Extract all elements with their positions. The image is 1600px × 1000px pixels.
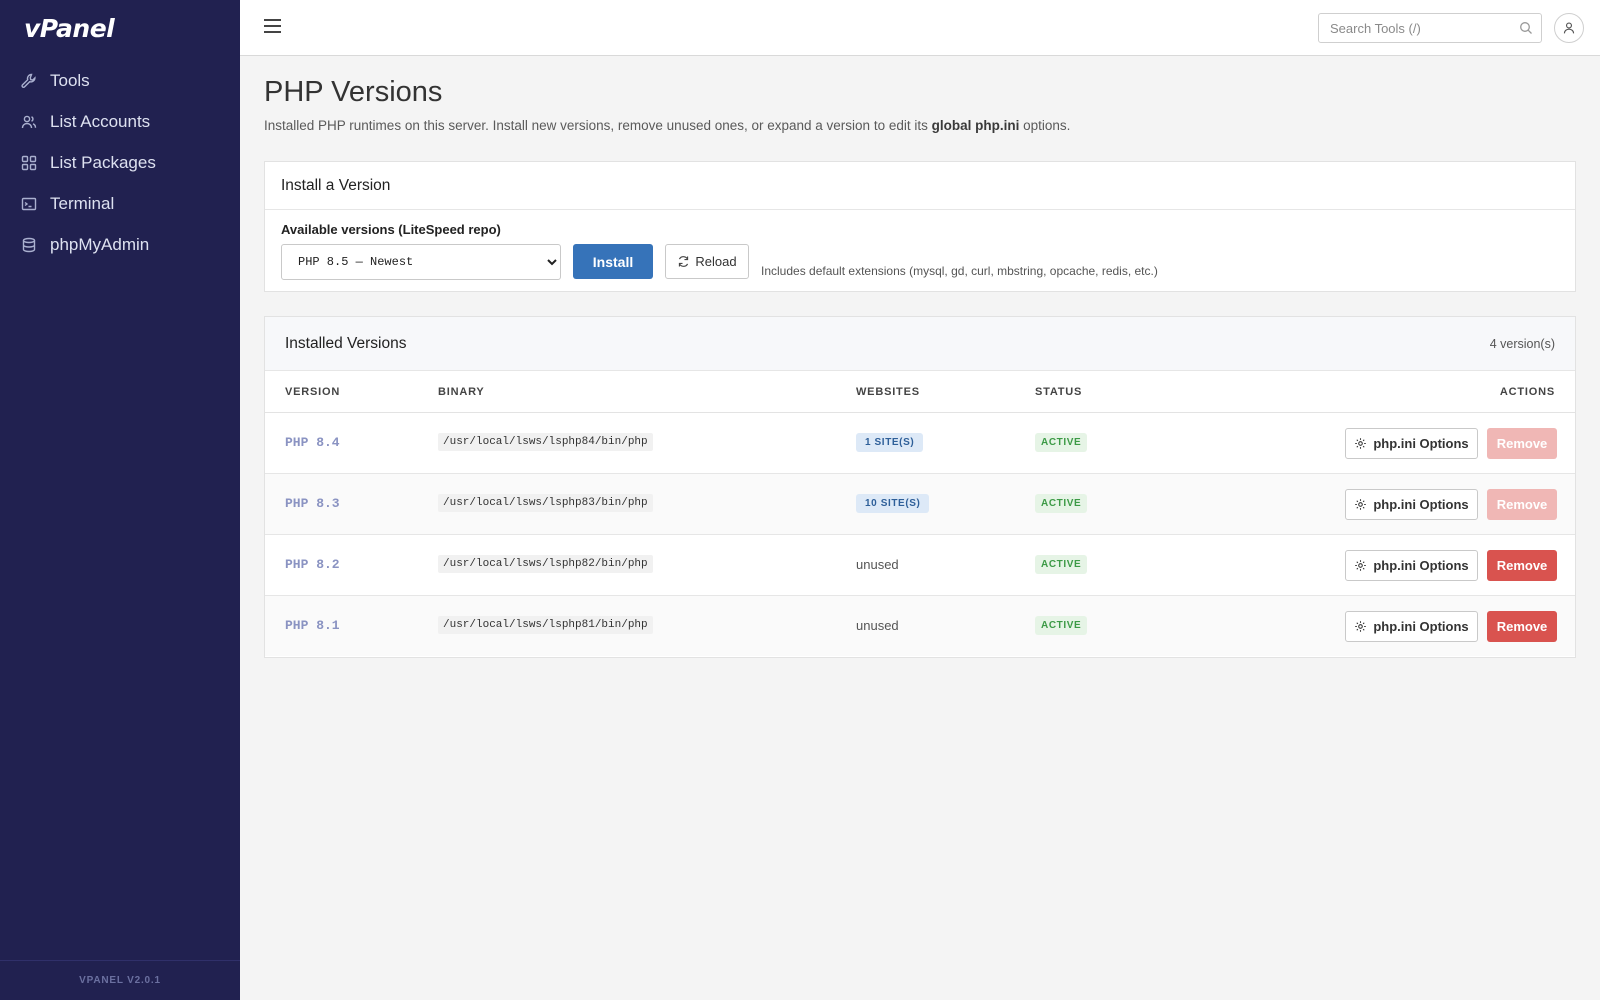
sidebar-nav: Tools List Accounts List Packages Termin…	[0, 60, 240, 265]
sidebar-item-label: phpMyAdmin	[50, 234, 150, 254]
column-header-websites: WEBSITES	[856, 386, 920, 398]
status-badge: ACTIVE	[1035, 494, 1088, 513]
install-button[interactable]: Install	[573, 244, 653, 279]
remove-button[interactable]: Remove	[1487, 550, 1557, 581]
subtitle-bold-text: global php.ini	[931, 118, 1020, 133]
remove-button[interactable]: Remove	[1487, 611, 1557, 642]
sidebar-item-list-packages[interactable]: List Packages	[0, 142, 240, 183]
version-name[interactable]: PHP 8.4	[285, 435, 340, 450]
sidebar-item-tools[interactable]: Tools	[0, 60, 240, 101]
sidebar-item-label: List Packages	[50, 152, 156, 172]
version-name[interactable]: PHP 8.1	[285, 618, 340, 633]
gear-icon	[1355, 560, 1367, 571]
install-hint: Includes default extensions (mysql, gd, …	[761, 264, 1158, 278]
status-badge: ACTIVE	[1035, 555, 1088, 574]
topbar	[240, 0, 1600, 56]
binary-path: /usr/local/lsws/lsphp82/bin/php	[438, 555, 653, 573]
database-icon	[21, 237, 37, 253]
user-avatar-icon[interactable]	[1554, 13, 1584, 43]
version-name[interactable]: PHP 8.2	[285, 557, 340, 572]
php-ini-options-label: php.ini Options	[1373, 619, 1469, 634]
subtitle-text: Installed PHP runtimes on this server. I…	[264, 118, 932, 133]
php-ini-options-label: php.ini Options	[1373, 436, 1469, 451]
php-ini-options-button[interactable]: php.ini Options	[1345, 489, 1478, 520]
menu-toggle-icon[interactable]	[264, 19, 282, 35]
php-ini-options-button[interactable]: php.ini Options	[1345, 550, 1478, 581]
sidebar-item-label: Terminal	[50, 193, 115, 213]
page-subtitle: Installed PHP runtimes on this server. I…	[264, 118, 1070, 133]
php-ini-options-button[interactable]: php.ini Options	[1345, 611, 1478, 642]
column-header-status: STATUS	[1035, 386, 1083, 398]
table-row[interactable]: PHP 8.4 /usr/local/lsws/lsphp84/bin/php …	[265, 413, 1575, 474]
table-header: VERSION BINARY WEBSITES STATUS ACTIONS	[265, 371, 1575, 413]
installed-versions-card: Installed Versions 4 version(s) VERSION …	[264, 316, 1576, 658]
search-box	[1318, 13, 1542, 43]
subtitle-text-end: options.	[1019, 118, 1071, 133]
search-icon[interactable]	[1519, 21, 1533, 35]
available-versions-label: Available versions (LiteSpeed repo)	[281, 222, 501, 237]
column-header-actions: ACTIONS	[1499, 386, 1555, 398]
table-row[interactable]: PHP 8.1 /usr/local/lsws/lsphp81/bin/php …	[265, 596, 1575, 656]
sidebar: vPanel Tools List Accounts List Packages…	[0, 0, 240, 1000]
binary-path: /usr/local/lsws/lsphp83/bin/php	[438, 494, 653, 512]
gear-icon	[1355, 621, 1367, 632]
php-ini-options-label: php.ini Options	[1373, 558, 1469, 573]
install-card-title: Install a Version	[265, 162, 1575, 210]
php-ini-options-button[interactable]: php.ini Options	[1345, 428, 1478, 459]
table-row[interactable]: PHP 8.2 /usr/local/lsws/lsphp82/bin/php …	[265, 535, 1575, 596]
reload-label: Reload	[695, 254, 737, 269]
version-select[interactable]: PHP 8.5 — Newest	[281, 244, 561, 280]
table-row[interactable]: PHP 8.3 /usr/local/lsws/lsphp83/bin/php …	[265, 474, 1575, 535]
sidebar-item-label: List Accounts	[50, 111, 151, 131]
gear-icon	[1355, 438, 1367, 449]
grid-icon	[21, 155, 37, 171]
sidebar-item-phpmyadmin[interactable]: phpMyAdmin	[0, 224, 240, 265]
sidebar-item-label: Tools	[50, 70, 90, 90]
installed-title: Installed Versions	[285, 335, 407, 352]
wrench-icon	[21, 73, 37, 89]
status-badge: ACTIVE	[1035, 433, 1088, 452]
websites-badge: 10 SITE(S)	[856, 494, 930, 513]
sidebar-item-list-accounts[interactable]: List Accounts	[0, 101, 240, 142]
install-card: Install a Version Available versions (Li…	[264, 161, 1576, 292]
php-ini-options-label: php.ini Options	[1373, 497, 1469, 512]
installed-header: Installed Versions 4 version(s)	[265, 317, 1575, 371]
version-name[interactable]: PHP 8.3	[285, 496, 340, 511]
binary-path: /usr/local/lsws/lsphp81/bin/php	[438, 616, 653, 634]
websites-value: unused	[856, 618, 899, 633]
gear-icon	[1355, 499, 1367, 510]
remove-button[interactable]: Remove	[1487, 489, 1557, 520]
page-title: PHP Versions	[264, 76, 443, 108]
reload-button[interactable]: Reload	[665, 244, 749, 279]
column-header-version: VERSION	[285, 386, 341, 398]
search-input[interactable]	[1319, 14, 1509, 42]
remove-button[interactable]: Remove	[1487, 428, 1557, 459]
sidebar-item-terminal[interactable]: Terminal	[0, 183, 240, 224]
column-header-binary: BINARY	[438, 386, 485, 398]
binary-path: /usr/local/lsws/lsphp84/bin/php	[438, 433, 653, 451]
websites-badge: 1 SITE(S)	[856, 433, 924, 452]
users-icon	[21, 114, 37, 130]
websites-value: unused	[856, 557, 899, 572]
vpanel-logo[interactable]: vPanel	[24, 14, 115, 43]
refresh-icon	[679, 256, 689, 267]
terminal-icon	[21, 196, 37, 212]
version-footer: VPANEL V2.0.1	[0, 960, 240, 1000]
version-count: 4 version(s)	[1489, 337, 1555, 351]
status-badge: ACTIVE	[1035, 616, 1088, 635]
